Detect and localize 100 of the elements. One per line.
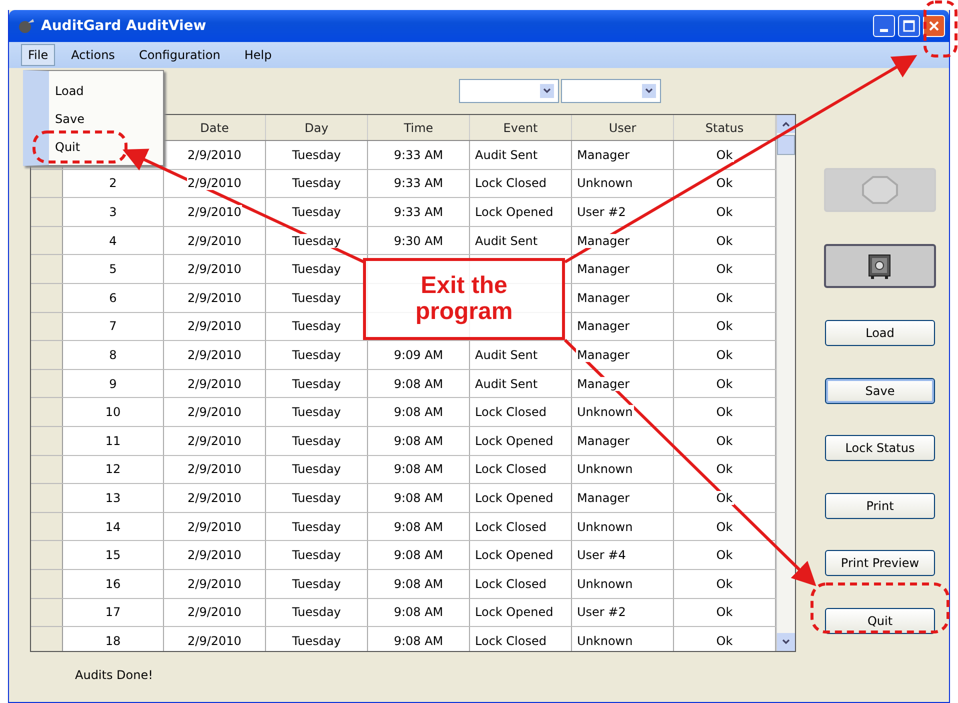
- dropdown[interactable]: [561, 79, 661, 103]
- table-cell: 9:08 AM: [392, 434, 444, 448]
- table-cell: Ok: [715, 290, 734, 305]
- row-selector[interactable]: [31, 426, 63, 455]
- table-cell: Ok: [715, 520, 734, 534]
- table-cell: 9:09 AM: [392, 348, 444, 362]
- table-cell: Tuesday: [291, 348, 342, 362]
- table-cell: Manager: [576, 319, 631, 334]
- safe-button[interactable]: [824, 244, 936, 288]
- dropdown[interactable]: [459, 79, 559, 103]
- action-button[interactable]: Load: [825, 320, 935, 346]
- table-cell: Unknown: [576, 576, 634, 591]
- table-cell: Ok: [715, 176, 734, 190]
- table-cell: 2/9/2010: [186, 319, 242, 334]
- table-cell: 2/9/2010: [186, 262, 242, 276]
- menu-option[interactable]: Quit: [49, 133, 163, 161]
- table-cell: Lock Opened: [474, 204, 554, 219]
- table-cell: 2/9/2010: [186, 605, 242, 620]
- table-cell: Manager: [576, 434, 631, 448]
- table-cell: Tuesday: [291, 290, 342, 305]
- close-button[interactable]: [923, 15, 945, 37]
- action-button[interactable]: Save: [825, 378, 935, 404]
- table-cell: 2/9/2010: [186, 462, 242, 476]
- scroll-thumb[interactable]: [777, 135, 795, 155]
- table-cell: Tuesday: [291, 376, 342, 391]
- menu-item[interactable]: Actions: [63, 44, 123, 66]
- table-cell: Unknown: [576, 176, 634, 190]
- row-selector[interactable]: [31, 284, 63, 312]
- row-selector[interactable]: [31, 570, 63, 598]
- table-cell: 16: [104, 576, 122, 591]
- table-cell: 2/9/2010: [186, 376, 242, 391]
- table-cell: 6: [108, 290, 118, 305]
- row-selector[interactable]: [31, 627, 63, 651]
- table-cell: Ok: [715, 576, 734, 591]
- table-cell: Audit Sent: [474, 376, 539, 391]
- table-cell: 14: [104, 520, 122, 534]
- table-cell: Lock Opened: [474, 605, 554, 620]
- row-selector[interactable]: [31, 456, 63, 484]
- row-selector[interactable]: [31, 170, 63, 198]
- action-button[interactable]: Quit: [825, 608, 935, 634]
- table-cell: Lock Opened: [474, 548, 554, 562]
- table-cell: 2/9/2010: [186, 234, 242, 248]
- table-cell: Tuesday: [291, 234, 342, 248]
- safe-icon: [867, 252, 893, 280]
- row-selector[interactable]: [31, 312, 63, 340]
- table-cell: Lock Closed: [474, 405, 548, 420]
- table-cell: 2/9/2010: [186, 290, 242, 305]
- table-cell: Ok: [715, 434, 734, 448]
- menu-item[interactable]: Help: [236, 44, 280, 66]
- table-cell: Manager: [576, 234, 631, 248]
- action-button[interactable]: Lock Status: [825, 435, 935, 461]
- table-cell: Ok: [715, 204, 734, 219]
- table-cell: Ok: [715, 634, 734, 648]
- status-text: Audits Done!: [74, 667, 154, 682]
- scrollbar[interactable]: [776, 115, 795, 651]
- app-icon: [17, 18, 35, 34]
- table-cell: 2/9/2010: [186, 490, 242, 505]
- table-cell: 13: [104, 490, 122, 505]
- table-cell: Lock Closed: [474, 176, 548, 190]
- chevron-down-icon: [642, 84, 656, 98]
- table-cell: 2/9/2010: [186, 176, 242, 190]
- maximize-button[interactable]: [898, 15, 920, 37]
- action-button[interactable]: Print Preview: [825, 550, 935, 576]
- row-selector[interactable]: [31, 512, 63, 540]
- row-selector[interactable]: [31, 370, 63, 398]
- action-button[interactable]: Print: [825, 492, 935, 518]
- table-cell: Manager: [576, 490, 631, 505]
- table-cell: Lock Closed: [474, 520, 548, 534]
- row-selector[interactable]: [31, 198, 63, 226]
- table-cell: Tuesday: [291, 520, 342, 534]
- menu-option[interactable]: Save: [49, 105, 163, 133]
- table-cell: Tuesday: [291, 176, 342, 190]
- row-selector[interactable]: [31, 484, 63, 512]
- table-cell: 9: [108, 376, 118, 391]
- table-cell: Tuesday: [291, 462, 342, 476]
- table-cell: Unknown: [576, 634, 634, 648]
- table-cell: Ok: [715, 234, 734, 248]
- stop-sign-icon: [861, 175, 899, 205]
- row-selector[interactable]: [31, 226, 63, 254]
- table-cell: Manager: [576, 262, 631, 276]
- table-cell: Manager: [576, 148, 631, 162]
- table-cell: 9:33 AM: [392, 204, 444, 219]
- menu-item[interactable]: Configuration: [130, 44, 228, 66]
- menu-option[interactable]: Load: [49, 77, 163, 105]
- table-cell: 9:08 AM: [392, 462, 444, 476]
- row-selector[interactable]: [31, 255, 63, 283]
- row-selector[interactable]: [31, 341, 63, 369]
- table-cell: 9:08 AM: [392, 490, 444, 505]
- table-cell: Tuesday: [291, 262, 342, 276]
- menu-item[interactable]: File: [21, 44, 56, 66]
- table-cell: Tuesday: [291, 434, 342, 448]
- table-cell: Ok: [715, 376, 734, 391]
- table-cell: 15: [104, 548, 122, 562]
- row-selector[interactable]: [31, 398, 63, 426]
- table-cell: Tuesday: [291, 490, 342, 505]
- minimize-button[interactable]: [873, 15, 895, 37]
- row-selector[interactable]: [31, 598, 63, 626]
- minimize-icon: [880, 28, 888, 32]
- table-cell: 9:08 AM: [392, 376, 444, 391]
- row-selector[interactable]: [31, 541, 63, 569]
